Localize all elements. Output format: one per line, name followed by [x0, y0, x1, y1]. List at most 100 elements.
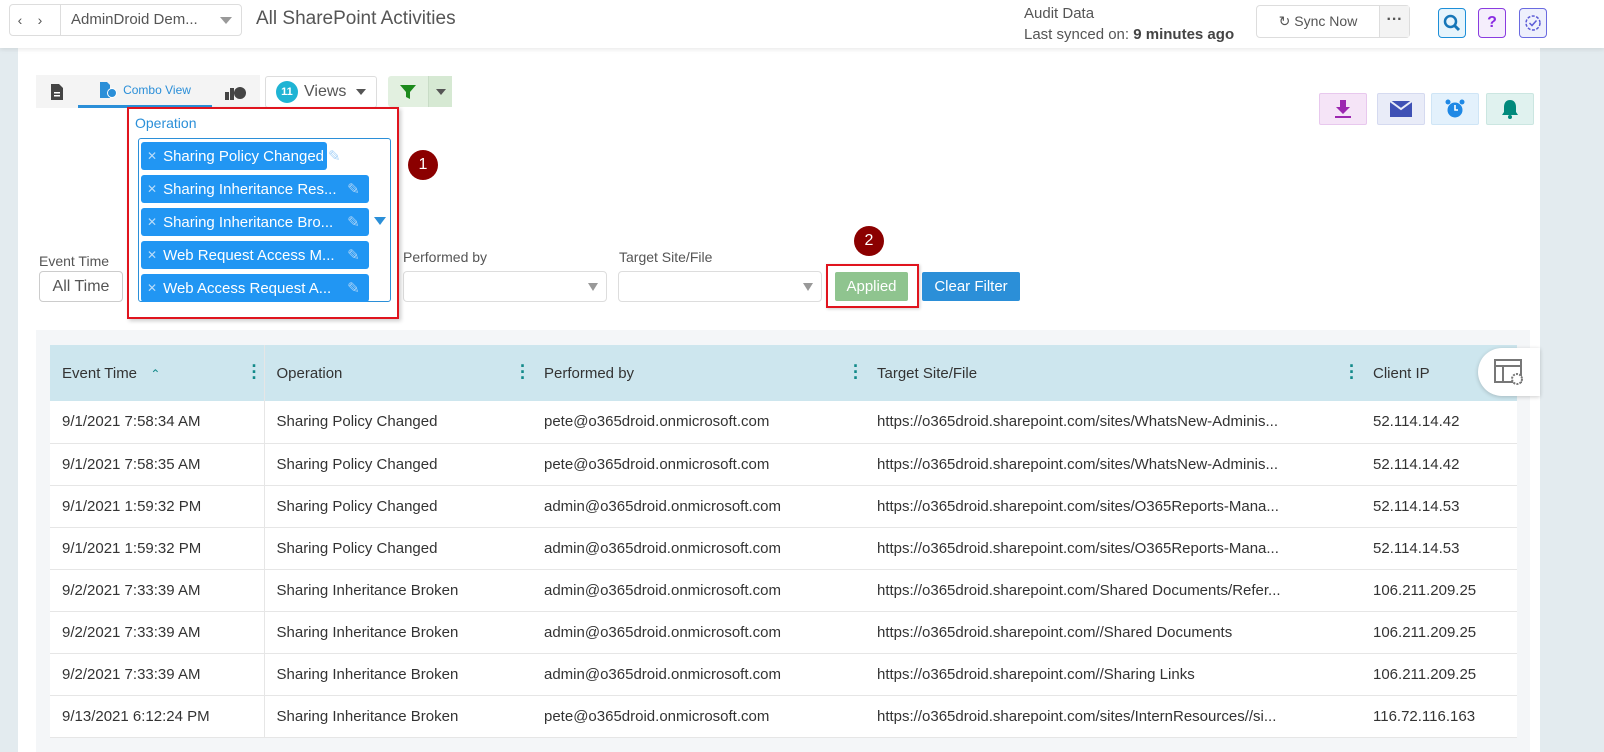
table-cell: 116.72.116.163	[1361, 695, 1517, 738]
chip-label: Web Request Access M...	[163, 246, 335, 264]
sync-icon: ↻	[1278, 13, 1295, 29]
column-menu-icon[interactable]: · · ·	[520, 357, 526, 387]
tasks-button[interactable]	[1519, 8, 1547, 38]
filter-button[interactable]	[388, 76, 428, 107]
table-cell: pete@o365droid.onmicrosoft.com	[532, 695, 865, 738]
table-row[interactable]: 9/13/2021 6:12:24 PM Sharing Inheritance …	[50, 695, 1517, 738]
table-row[interactable]: 9/1/2021 1:59:32 PM Sharing Policy Change…	[50, 527, 1517, 570]
tab-report[interactable]	[36, 75, 78, 108]
table-cell: https://o365droid.sharepoint.com//Sharin…	[865, 653, 1361, 696]
table-cell: Sharing Inheritance Broken	[264, 653, 532, 696]
table-cell: Sharing Inheritance Broken	[264, 695, 532, 738]
table-cell: Sharing Inheritance Broken	[264, 569, 532, 612]
schedule-button[interactable]	[1431, 93, 1479, 125]
table-cell: 9/13/2021 6:12:24 PM	[50, 695, 265, 738]
column-menu-icon[interactable]: · · ·	[853, 357, 859, 387]
table-cell: 9/1/2021 1:59:32 PM	[50, 527, 265, 570]
table-cell: https://o365droid.sharepoint.com/sites/O…	[865, 485, 1361, 528]
remove-icon[interactable]: ✕	[147, 281, 157, 295]
edit-icon[interactable]: ✎	[347, 246, 360, 264]
operation-multiselect[interactable]: ✕ Sharing Policy Changed ✎ ✕ Sharing Inheri…	[138, 138, 391, 302]
applied-button[interactable]: Applied	[835, 272, 908, 301]
chevron-down-icon	[435, 88, 446, 95]
export-button[interactable]	[1319, 93, 1367, 125]
mail-icon	[1390, 101, 1412, 117]
edit-icon[interactable]: ✎	[347, 213, 360, 231]
top-bar: ‹ › AdminDroid Dem... All SharePoint Act…	[0, 0, 1604, 48]
tenant-dropdown[interactable]: AdminDroid Dem...	[60, 5, 242, 35]
performed-by-label: Performed by	[403, 249, 488, 265]
clear-filter-button[interactable]: Clear Filter	[922, 272, 1020, 301]
table-header: Event Time ⌃ · · · Operation · · · Performed by ·…	[50, 345, 1517, 401]
filter-dropdown-button[interactable]	[428, 76, 452, 107]
search-button[interactable]	[1438, 8, 1466, 38]
help-icon: ?	[1487, 14, 1497, 31]
table-cell: pete@o365droid.onmicrosoft.com	[532, 443, 865, 486]
column-header[interactable]: Target Site/File · · ·	[865, 345, 1361, 401]
table-row[interactable]: 9/2/2021 7:33:39 AM Sharing Inheritance B…	[50, 653, 1517, 696]
download-icon	[1335, 100, 1351, 118]
target-site-select[interactable]	[618, 271, 822, 302]
table-row[interactable]: 9/1/2021 7:58:35 AM Sharing Policy Change…	[50, 443, 1517, 486]
event-time-button[interactable]: All Time	[39, 271, 123, 302]
chip-label: Web Access Request A...	[163, 279, 332, 297]
column-settings-button[interactable]	[1478, 348, 1540, 396]
table-row[interactable]: 9/2/2021 7:33:39 AM Sharing Inheritance B…	[50, 611, 1517, 654]
edit-icon[interactable]: ✎	[328, 147, 341, 165]
column-header[interactable]: Performed by · · ·	[532, 345, 865, 401]
filter-button-group	[388, 76, 452, 107]
operation-chip[interactable]: ✕ Sharing Policy Changed ✎	[141, 142, 341, 170]
email-button[interactable]	[1377, 93, 1425, 125]
audit-title: Audit Data	[1024, 5, 1095, 22]
remove-icon[interactable]: ✕	[147, 215, 157, 229]
bell-icon	[1502, 100, 1518, 119]
back-button[interactable]: ‹	[10, 12, 30, 28]
chart-icon	[225, 86, 246, 100]
operation-chip[interactable]: ✕ Web Request Access M... ✎	[141, 241, 369, 269]
column-header[interactable]: Event Time ⌃ · · ·	[50, 345, 265, 401]
column-menu-icon[interactable]: · · ·	[252, 357, 258, 387]
remove-icon[interactable]: ✕	[147, 182, 157, 196]
table-cell: pete@o365droid.onmicrosoft.com	[532, 401, 865, 444]
document-icon	[51, 83, 63, 100]
help-button[interactable]: ?	[1478, 8, 1506, 38]
chevron-down-icon	[356, 89, 367, 95]
chip-label: Sharing Inheritance Res...	[163, 180, 337, 198]
alarm-clock-icon	[1445, 99, 1465, 118]
operation-chip[interactable]: ✕ Sharing Inheritance Bro... ✎	[141, 208, 369, 236]
remove-icon[interactable]: ✕	[147, 248, 157, 262]
column-header-label: Target Site/File	[877, 364, 978, 382]
tab-chart[interactable]	[212, 75, 260, 108]
table-row[interactable]: 9/1/2021 7:58:34 AM Sharing Policy Change…	[50, 401, 1517, 444]
sync-now-button[interactable]: ↻ Sync Now	[1257, 6, 1379, 37]
alert-button[interactable]	[1486, 93, 1534, 125]
edit-icon[interactable]: ✎	[347, 180, 360, 198]
sort-ascending-icon[interactable]: ⌃	[147, 367, 160, 381]
edit-icon[interactable]: ✎	[347, 279, 360, 297]
chevron-down-icon[interactable]	[374, 217, 386, 225]
column-menu-icon[interactable]: · · ·	[1349, 357, 1355, 387]
table-row[interactable]: 9/1/2021 1:59:32 PM Sharing Policy Change…	[50, 485, 1517, 528]
table-cell: 52.114.14.53	[1361, 485, 1517, 528]
table-cell: 52.114.14.42	[1361, 401, 1517, 444]
table-cell: admin@o365droid.onmicrosoft.com	[532, 611, 865, 654]
table-cell: 106.211.209.25	[1361, 569, 1517, 612]
navigation-box: ‹ › AdminDroid Dem...	[9, 4, 242, 36]
column-header[interactable]: Operation · · ·	[264, 345, 532, 401]
audit-status: Audit Data Last synced on: 9 minutes ago	[1024, 3, 1234, 45]
tab-combo-view[interactable]: Combo View	[78, 75, 212, 108]
chevron-down-icon	[220, 17, 232, 24]
performed-by-select[interactable]	[403, 271, 607, 302]
remove-icon[interactable]: ✕	[147, 149, 157, 163]
operation-chip[interactable]: ✕ Sharing Inheritance Res... ✎	[141, 175, 369, 203]
operation-chip[interactable]: ✕ Web Access Request A... ✎	[141, 274, 369, 302]
table-cell: https://o365droid.sharepoint.com//Shared…	[865, 611, 1361, 654]
operation-label: Operation	[135, 115, 197, 131]
table-cell: 9/1/2021 1:59:32 PM	[50, 485, 265, 528]
step-marker-2: 2	[854, 226, 884, 256]
more-options-button[interactable]: ···	[1379, 6, 1409, 37]
table-cell: Sharing Policy Changed	[264, 401, 532, 444]
views-dropdown[interactable]: 11 Views	[265, 76, 377, 108]
table-row[interactable]: 9/2/2021 7:33:39 AM Sharing Inheritance B…	[50, 569, 1517, 612]
forward-button[interactable]: ›	[30, 12, 50, 28]
